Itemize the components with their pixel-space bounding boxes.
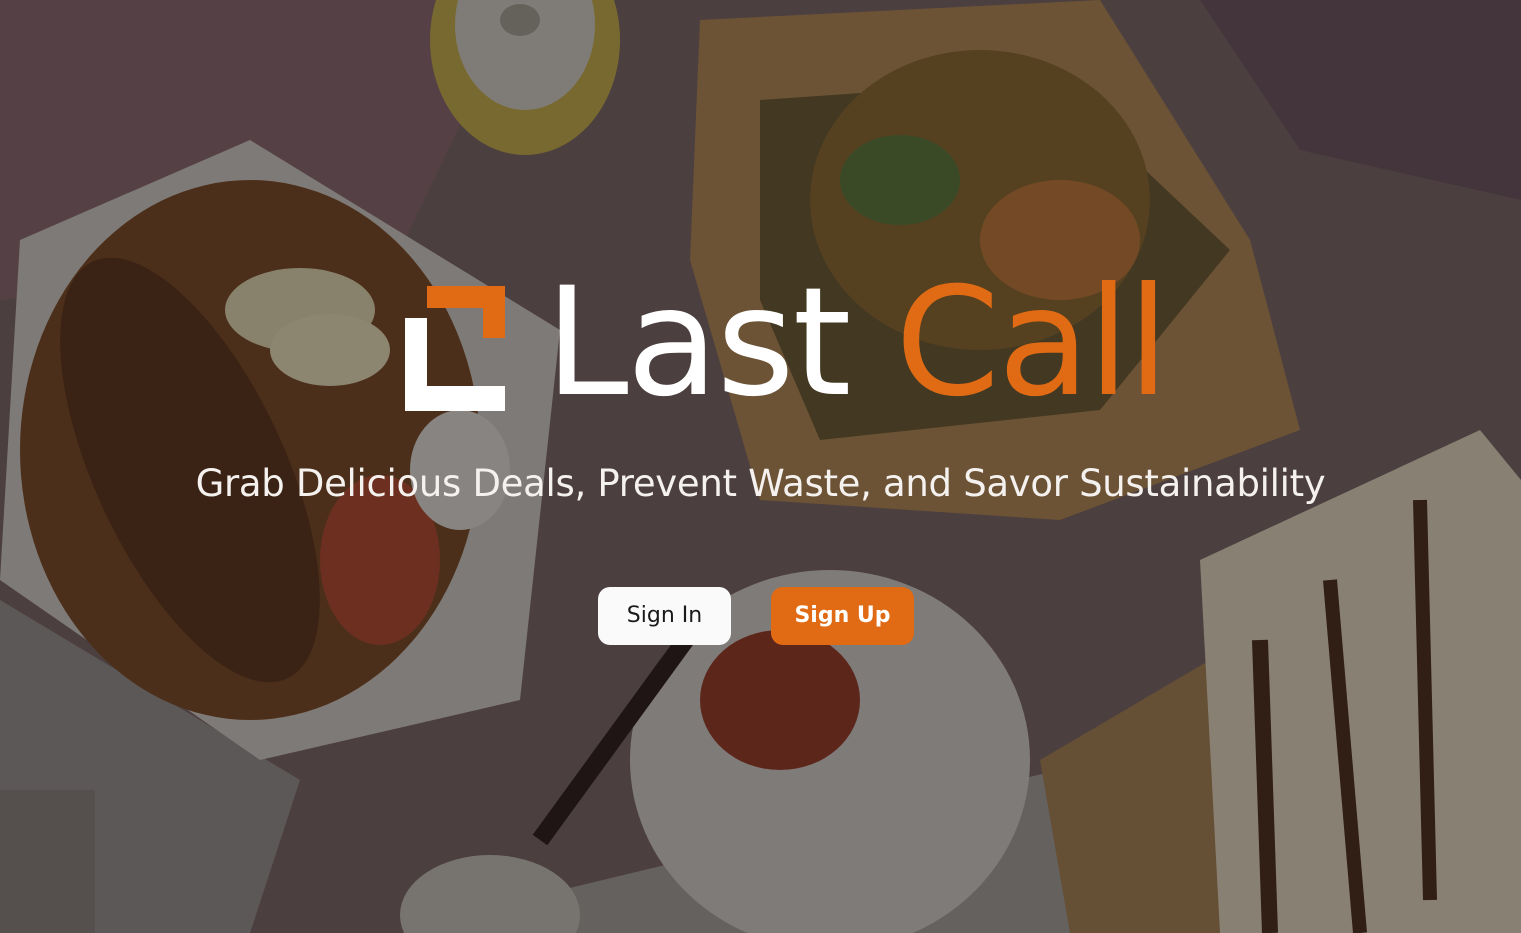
hero-section: Last Call Grab Delicious Deals, Prevent … [0,0,1521,933]
sign-up-button[interactable]: Sign Up [771,587,914,645]
last-call-bracket-logo-icon [405,286,505,411]
brand-name-call: Call [895,256,1169,430]
brand-name-last: Last [545,256,851,430]
hero-content: Last Call Grab Delicious Deals, Prevent … [0,0,1521,933]
hero-tagline: Grab Delicious Deals, Prevent Waste, and… [195,462,1326,505]
sign-in-button[interactable]: Sign In [598,587,731,645]
brand-logo [405,286,505,411]
brand-wordmark: Last Call [545,268,1169,418]
